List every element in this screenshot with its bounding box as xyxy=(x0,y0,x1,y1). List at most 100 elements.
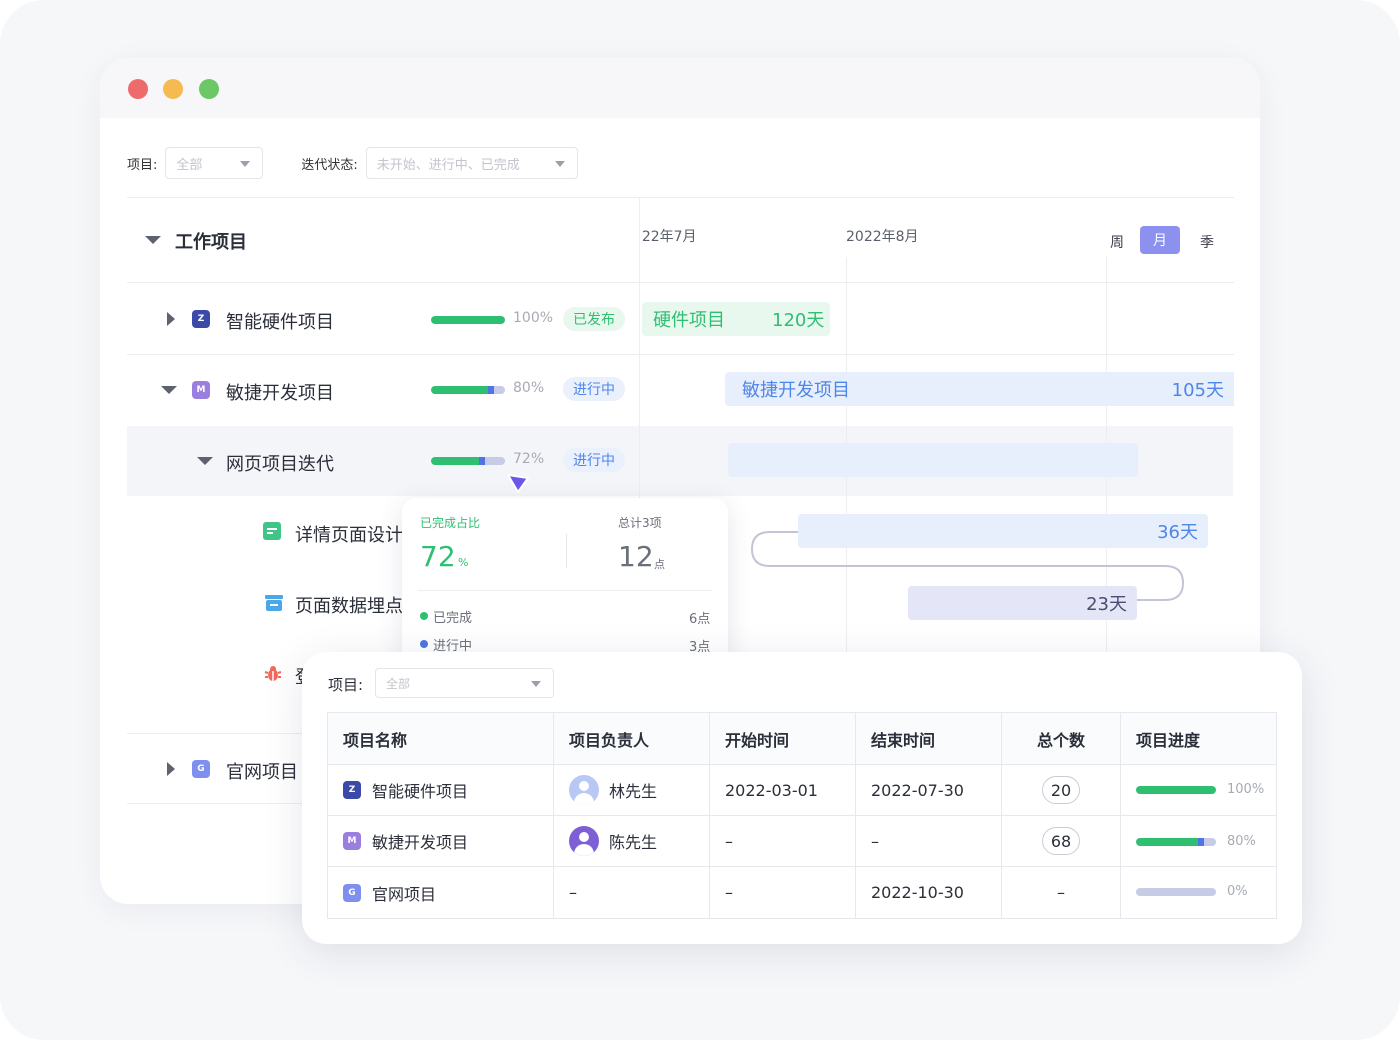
dependency-connector xyxy=(750,531,1185,601)
legend-dot xyxy=(420,640,428,648)
column-header[interactable]: 项目名称 xyxy=(328,713,554,764)
tree-row-agile[interactable]: M 敏捷开发项目 80% 进行中 xyxy=(127,355,639,426)
column-header[interactable]: 开始时间 xyxy=(710,713,856,764)
project-name: 官网项目 xyxy=(372,884,437,904)
expand-icon[interactable] xyxy=(167,312,175,326)
column-header[interactable]: 项目负责人 xyxy=(554,713,710,764)
total-count: 20 xyxy=(1042,776,1080,804)
progress-percent: 80% xyxy=(1227,834,1256,849)
project-name: 智能硬件项目 xyxy=(372,782,469,801)
view-month-button[interactable]: 月 xyxy=(1140,226,1180,254)
end-date: – xyxy=(856,816,1002,866)
month-label: 2022年8月 xyxy=(846,229,919,245)
progress-tooltip: 已完成占比 72 % 总计3项 12 点 已完成 6点 进行中 3点 xyxy=(402,498,728,668)
column-header[interactable]: 结束时间 xyxy=(856,713,1002,764)
project-badge-icon: Z xyxy=(343,781,361,799)
cursor-pointer-icon xyxy=(507,474,529,493)
project-badge-icon: Z xyxy=(192,310,210,328)
title-bar xyxy=(100,58,1260,118)
end-date: 2022-10-30 xyxy=(856,867,1002,918)
progress-bar xyxy=(431,386,505,394)
project-badge-icon: M xyxy=(192,381,210,399)
progress-percent: 100% xyxy=(513,310,554,326)
bar-days: 105天 xyxy=(1171,380,1224,401)
project-name-cell: G 官网项目 xyxy=(328,867,554,918)
minimize-window-button[interactable] xyxy=(163,79,183,99)
bar-label: 硬件项目 xyxy=(653,310,725,331)
bug-icon xyxy=(264,666,282,681)
progress-bar xyxy=(1136,786,1216,794)
table-header-row: 项目名称 项目负责人 开始时间 结束时间 总个数 项目进度 xyxy=(328,713,1276,765)
progress-cell: 80% xyxy=(1121,816,1276,866)
legend-dot xyxy=(420,612,428,620)
progress-percent: 80% xyxy=(513,380,545,396)
status-badge: 已发布 xyxy=(563,307,625,331)
project-filter-label: 项目: xyxy=(127,157,158,173)
project-name: 敏捷开发项目 xyxy=(226,383,334,404)
total-value: 12 xyxy=(618,540,654,573)
iteration-filter-select[interactable]: 未开始、进行中、已完成 xyxy=(365,147,578,179)
close-window-button[interactable] xyxy=(128,79,148,99)
progress-cell: 0% xyxy=(1121,867,1276,918)
avatar xyxy=(569,775,599,805)
avatar xyxy=(569,826,599,856)
collapse-all-icon[interactable] xyxy=(145,236,161,244)
project-badge-icon: G xyxy=(343,883,361,902)
start-date: 2022-03-01 xyxy=(710,765,856,815)
collapse-icon[interactable] xyxy=(161,386,177,394)
total-label: 总计3项 xyxy=(618,516,662,530)
project-name: 敏捷开发项目 xyxy=(372,833,469,852)
total-cell: 20 xyxy=(1002,765,1121,815)
gantt-bar-iteration[interactable] xyxy=(728,443,1138,477)
project-table-card: 项目: 全部 项目名称 项目负责人 开始时间 结束时间 总个数 项目进度 Z 智… xyxy=(302,652,1302,944)
tree-header-title: 工作项目 xyxy=(175,232,247,253)
maximize-window-button[interactable] xyxy=(199,79,219,99)
chevron-down-icon xyxy=(531,681,541,687)
column-header[interactable]: 项目进度 xyxy=(1121,713,1276,764)
total-cell: – xyxy=(1002,867,1121,918)
table-row[interactable]: G 官网项目 – – 2022-10-30 – 0% xyxy=(328,867,1276,918)
gantt-header: 2022年7月 2022年8月 周 月 季 xyxy=(640,197,1234,283)
legend-value: 6点 xyxy=(689,612,711,627)
done-ratio-label: 已完成占比 xyxy=(420,516,481,530)
month-label: 2022年7月 xyxy=(641,229,697,245)
table-filter-label: 项目: xyxy=(328,676,364,694)
table-row[interactable]: M 敏捷开发项目 陈先生 – – 68 80% xyxy=(328,816,1276,867)
task-icon xyxy=(263,522,281,540)
progress-cell: 100% xyxy=(1121,765,1276,815)
progress-bar xyxy=(431,457,505,465)
table-project-select[interactable]: 全部 xyxy=(375,668,554,698)
end-date: 2022-07-30 xyxy=(856,765,1002,815)
tree-row-hardware[interactable]: Z 智能硬件项目 100% 已发布 xyxy=(127,284,639,355)
project-name: 官网项目 xyxy=(226,762,298,783)
gantt-bar-hardware[interactable]: 硬件项目 120天 xyxy=(642,302,830,336)
status-badge: 进行中 xyxy=(563,377,625,401)
total-count: 68 xyxy=(1042,827,1080,855)
view-quarter-button[interactable]: 季 xyxy=(1196,228,1218,256)
collapse-icon[interactable] xyxy=(197,457,213,465)
done-ratio-value: 72 xyxy=(420,540,456,573)
story-icon xyxy=(265,595,283,611)
project-filter-select[interactable]: 全部 xyxy=(165,147,264,179)
iteration-filter-placeholder: 未开始、进行中、已完成 xyxy=(376,157,520,173)
expand-icon[interactable] xyxy=(167,762,175,776)
view-week-button[interactable]: 周 xyxy=(1106,228,1128,256)
bar-days: 120天 xyxy=(772,310,825,331)
project-filter-value: 全部 xyxy=(176,157,203,173)
gantt-bar-agile[interactable]: 敏捷开发项目 105天 xyxy=(725,372,1234,406)
chevron-down-icon xyxy=(240,161,251,167)
bar-label: 敏捷开发项目 xyxy=(742,380,850,401)
project-badge-icon: G xyxy=(192,760,210,778)
owner-cell: 林先生 xyxy=(554,765,710,815)
start-date: – xyxy=(710,816,856,866)
column-header[interactable]: 总个数 xyxy=(1002,713,1121,764)
table-row[interactable]: Z 智能硬件项目 林先生 2022-03-01 2022-07-30 20 10… xyxy=(328,765,1276,816)
project-badge-icon: M xyxy=(343,832,361,850)
total-unit: 点 xyxy=(654,558,665,571)
owner-cell: 陈先生 xyxy=(554,816,710,866)
progress-percent: 72% xyxy=(513,451,545,467)
tooltip-separator xyxy=(418,590,712,591)
progress-bar xyxy=(1136,888,1216,896)
progress-percent: 100% xyxy=(1227,782,1265,797)
progress-bar xyxy=(431,316,505,324)
